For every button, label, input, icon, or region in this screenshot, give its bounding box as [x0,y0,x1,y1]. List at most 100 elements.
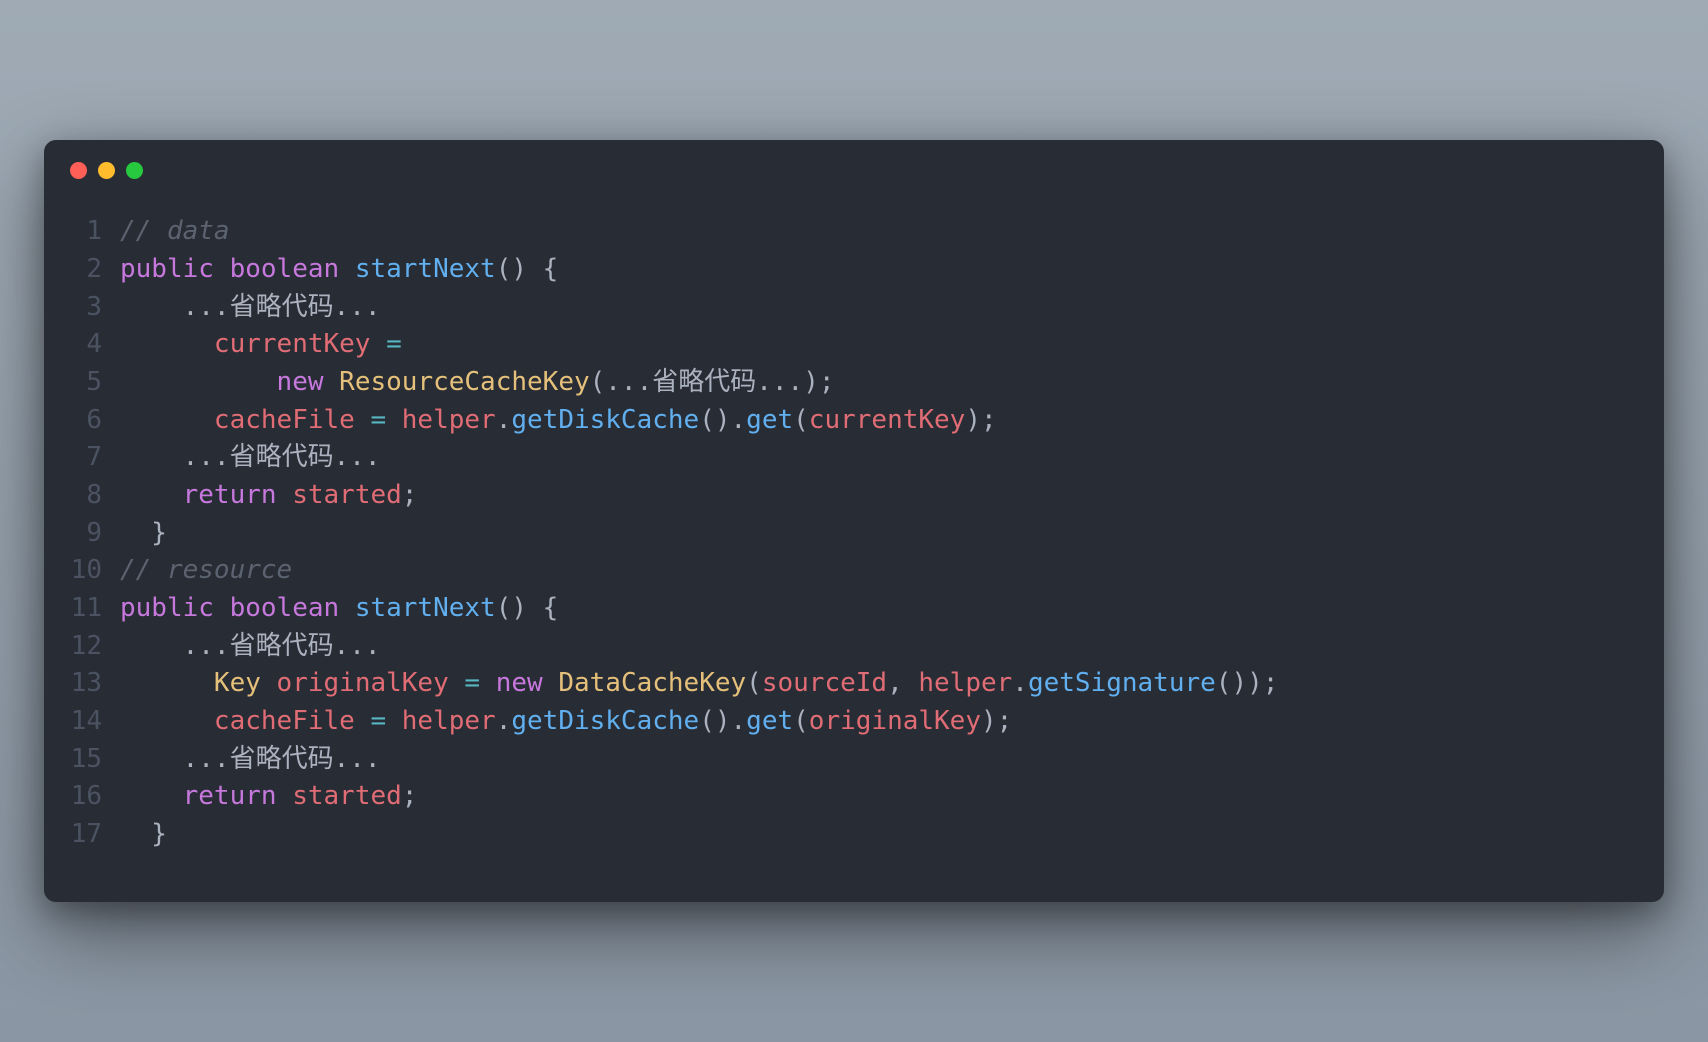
token-tx [370,329,386,359]
code-text[interactable]: ...省略代码... [120,289,1644,327]
line-number: 13 [64,665,120,703]
code-text[interactable]: ...省略代码... [120,741,1644,779]
token-op: = [370,405,386,435]
token-pn: () { [496,254,559,284]
token-cl: Key [214,668,261,698]
minimize-icon[interactable] [98,162,115,179]
close-icon[interactable] [70,162,87,179]
token-pn: (). [699,706,746,736]
token-kw: return [183,781,277,811]
token-tx [120,367,277,397]
code-editor[interactable]: 1// data2public boolean startNext() {3 .… [44,189,1664,854]
code-line[interactable]: 2public boolean startNext() { [64,251,1644,289]
window-titlebar [44,140,1664,189]
code-text[interactable]: Key originalKey = new DataCacheKey(sourc… [120,665,1644,703]
code-text[interactable]: } [120,816,1644,854]
code-text[interactable]: ...省略代码... [120,628,1644,666]
token-pn: ( [793,405,809,435]
token-kw: public [120,254,214,284]
code-text[interactable]: return started; [120,477,1644,515]
code-text[interactable]: currentKey = [120,326,1644,364]
token-pn: (...省略代码...); [590,367,835,397]
token-tx [324,367,340,397]
code-line[interactable]: 7 ...省略代码... [64,439,1644,477]
token-id: currentKey [214,329,371,359]
token-id: cacheFile [214,706,355,736]
token-pn: ); [965,405,996,435]
code-text[interactable]: // resource [120,552,1644,590]
token-pn: ()); [1216,668,1279,698]
token-op: = [386,329,402,359]
token-id: started [292,781,402,811]
token-tx [120,706,214,736]
token-tx [214,593,230,623]
code-text[interactable]: cacheFile = helper.getDiskCache().get(cu… [120,402,1644,440]
line-number: 2 [64,251,120,289]
code-line[interactable]: 15 ...省略代码... [64,741,1644,779]
line-number: 5 [64,364,120,402]
token-pn: ( [746,668,762,698]
line-number: 6 [64,402,120,440]
line-number: 14 [64,703,120,741]
zoom-icon[interactable] [126,162,143,179]
code-line[interactable]: 9 } [64,515,1644,553]
code-line[interactable]: 8 return started; [64,477,1644,515]
token-id: started [292,480,402,510]
token-tx: ...省略代码... [120,442,381,472]
token-tx: ...省略代码... [120,631,381,661]
token-tx [386,405,402,435]
code-text[interactable]: public boolean startNext() { [120,251,1644,289]
code-text[interactable]: ...省略代码... [120,439,1644,477]
token-op: = [464,668,480,698]
token-id: cacheFile [214,405,355,435]
code-text[interactable]: // data [120,213,1644,251]
line-number: 1 [64,213,120,251]
token-kw: return [183,480,277,510]
code-text[interactable]: return started; [120,778,1644,816]
token-tx [120,329,214,359]
token-pn: . [496,405,512,435]
token-fn: get [746,405,793,435]
token-tx [120,405,214,435]
token-fn: getDiskCache [511,706,699,736]
code-text[interactable]: public boolean startNext() { [120,590,1644,628]
token-pn: . [1012,668,1028,698]
line-number: 11 [64,590,120,628]
line-number: 3 [64,289,120,327]
code-text[interactable]: cacheFile = helper.getDiskCache().get(or… [120,703,1644,741]
code-line[interactable]: 3 ...省略代码... [64,289,1644,327]
token-id: currentKey [809,405,966,435]
code-line[interactable]: 10// resource [64,552,1644,590]
line-number: 8 [64,477,120,515]
code-line[interactable]: 13 Key originalKey = new DataCacheKey(so… [64,665,1644,703]
code-line[interactable]: 17 } [64,816,1644,854]
token-tx [480,668,496,698]
code-line[interactable]: 5 new ResourceCacheKey(...省略代码...); [64,364,1644,402]
code-text[interactable]: new ResourceCacheKey(...省略代码...); [120,364,1644,402]
code-line[interactable]: 11public boolean startNext() { [64,590,1644,628]
line-number: 17 [64,816,120,854]
token-id: originalKey [277,668,449,698]
code-line[interactable]: 14 cacheFile = helper.getDiskCache().get… [64,703,1644,741]
token-tx [120,480,183,510]
token-pn: } [120,819,167,849]
token-op: = [370,706,386,736]
token-id: originalKey [809,706,981,736]
token-fn: startNext [355,593,496,623]
token-tx [355,405,371,435]
token-tx: ...省略代码... [120,744,381,774]
line-number: 10 [64,552,120,590]
line-number: 7 [64,439,120,477]
token-cm: // resource [120,555,292,585]
token-ty: boolean [230,593,340,623]
token-ty: boolean [230,254,340,284]
token-pn: ; [402,480,418,510]
code-line[interactable]: 16 return started; [64,778,1644,816]
code-line[interactable]: 12 ...省略代码... [64,628,1644,666]
code-text[interactable]: } [120,515,1644,553]
token-tx [339,254,355,284]
code-line[interactable]: 6 cacheFile = helper.getDiskCache().get(… [64,402,1644,440]
token-pn: . [496,706,512,736]
code-line[interactable]: 1// data [64,213,1644,251]
code-line[interactable]: 4 currentKey = [64,326,1644,364]
